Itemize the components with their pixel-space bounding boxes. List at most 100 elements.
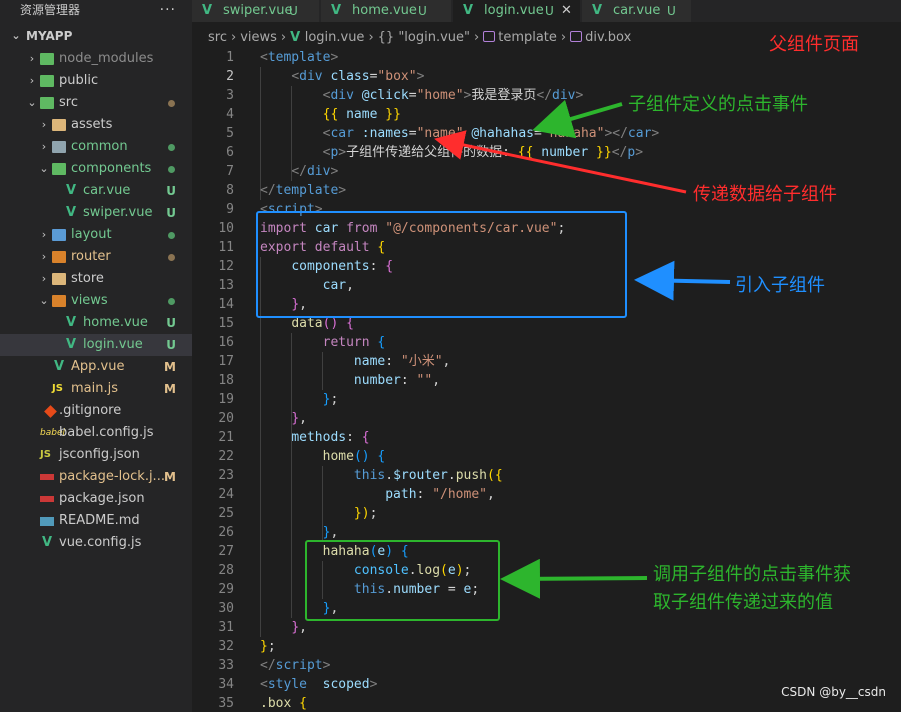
code-line: 27 hahaha(e) {: [192, 542, 901, 561]
line-number: 3: [226, 88, 234, 103]
tree-item-label: store: [71, 271, 104, 286]
js-file-icon: JS: [52, 383, 63, 394]
close-icon[interactable]: ✕: [561, 0, 572, 22]
code-token: >: [416, 69, 425, 84]
line-number: 17: [218, 354, 234, 369]
line-number: 33: [218, 658, 234, 673]
chevron-right-icon: ›: [41, 272, 47, 285]
tree-item[interactable]: › router: [0, 246, 192, 268]
code-token: div: [552, 88, 576, 103]
breadcrumb-views[interactable]: views: [240, 30, 277, 45]
code-token: }: [260, 639, 268, 654]
code-text: .box {: [260, 694, 307, 712]
tree-item[interactable]: › common: [0, 136, 192, 158]
watermark: CSDN @by__csdn: [781, 685, 886, 699]
line-number: 20: [218, 411, 234, 426]
tree-item-label: router: [71, 249, 111, 264]
tree-item[interactable]: Vcar.vue U: [0, 180, 192, 202]
chevron-right-icon: ›: [560, 30, 567, 45]
tree-item[interactable]: › layout: [0, 224, 192, 246]
code-line: 33 </script>: [192, 656, 901, 675]
tree-item[interactable]: Vswiper.vue U: [0, 202, 192, 224]
chevron-down-icon: ⌄: [39, 294, 49, 307]
tree-item[interactable]: Vlogin.vue U: [0, 334, 192, 356]
code-token: ;: [369, 506, 378, 521]
tree-item[interactable]: › assets: [0, 114, 192, 136]
chevron-right-icon: ›: [368, 30, 374, 45]
folder-node-icon: [40, 53, 54, 65]
breadcrumb-div[interactable]: div.box: [585, 30, 631, 45]
tree-item[interactable]: .gitignore: [0, 400, 192, 422]
tree-item[interactable]: V App.vue M: [0, 356, 192, 378]
code-token: {{: [517, 145, 534, 160]
tree-item[interactable]: README.md: [0, 510, 192, 532]
tree-item[interactable]: package.json: [0, 488, 192, 510]
chevron-right-icon: ›: [230, 30, 237, 45]
more-actions-icon[interactable]: ···: [160, 0, 176, 20]
code-text: },: [260, 618, 307, 637]
line-number: 11: [218, 240, 234, 255]
git-status-badge: U: [166, 316, 176, 330]
tab-swiper-vue[interactable]: V swiper.vue U: [192, 0, 320, 22]
code-token: ,: [299, 411, 307, 426]
folder-assets-icon: [52, 119, 66, 131]
tab-car-vue[interactable]: V car.vue U: [582, 0, 692, 22]
git-status-dot: [168, 298, 175, 305]
code-text: {{ name }}: [260, 105, 401, 124]
tree-item[interactable]: ⌄ src: [0, 92, 192, 114]
line-number: 23: [218, 468, 234, 483]
code-token: "name": [416, 126, 464, 141]
explorer-header: 资源管理器 ···: [0, 0, 192, 20]
tree-item[interactable]: › store: [0, 268, 192, 290]
code-token: }: [291, 620, 300, 635]
tree-item[interactable]: Vvue.config.js: [0, 532, 192, 554]
tree-item-label: common: [71, 139, 128, 154]
code-token: .: [385, 468, 394, 483]
workspace-root[interactable]: ⌄ MYAPP: [0, 25, 192, 47]
tree-item[interactable]: JS jsconfig.json: [0, 444, 192, 466]
tab-login-vue[interactable]: V login.vue U ✕: [453, 0, 581, 22]
tab-status-badge: U: [667, 4, 676, 18]
tree-item[interactable]: package-lock.j... M: [0, 466, 192, 488]
breadcrumb-template[interactable]: template: [498, 30, 557, 45]
tree-item-label: main.js: [71, 381, 118, 396]
line-number: 29: [218, 582, 234, 597]
line-number: 31: [218, 620, 234, 635]
code-text: };: [260, 390, 339, 409]
line-number: 28: [218, 563, 234, 578]
code-token: >: [330, 50, 339, 65]
breadcrumb-src[interactable]: src: [208, 30, 227, 45]
tab-home-vue[interactable]: V home.vue U: [321, 0, 452, 22]
code-token: >: [635, 145, 644, 160]
vue-file-icon: V: [65, 315, 77, 330]
tree-item-label: node_modules: [59, 51, 154, 66]
tree-item[interactable]: › public: [0, 70, 192, 92]
tree-item[interactable]: › node_modules: [0, 48, 192, 70]
folder-router-icon: [52, 251, 66, 263]
code-token: </: [291, 164, 307, 179]
tree-item[interactable]: JS main.js M: [0, 378, 192, 400]
tree-item[interactable]: Vhome.vue U: [0, 312, 192, 334]
breadcrumb-object[interactable]: {} "login.vue": [378, 30, 470, 45]
code-line: 17 name: "小米",: [192, 352, 901, 371]
code-line: 21 methods: {: [192, 428, 901, 447]
tree-item[interactable]: ⌄ views: [0, 290, 192, 312]
tab-label: login.vue: [484, 3, 544, 18]
breadcrumb-file[interactable]: login.vue: [305, 30, 365, 45]
chevron-right-icon: ›: [280, 30, 287, 45]
tree-item[interactable]: babel babel.config.js: [0, 422, 192, 444]
code-token: }}: [596, 145, 612, 160]
code-line: 32};: [192, 637, 901, 656]
line-number: 5: [226, 126, 234, 141]
code-text: this.$router.push({: [260, 466, 503, 485]
code-token: return: [322, 335, 370, 350]
tree-item[interactable]: ⌄ components: [0, 158, 192, 180]
code-token: :: [385, 354, 401, 369]
